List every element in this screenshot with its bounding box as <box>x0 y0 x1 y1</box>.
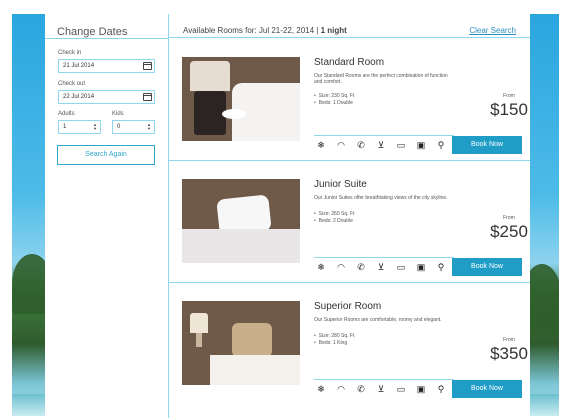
room-size: Size: 260 Sq. Ft <box>314 211 355 218</box>
amenities-row: ❄ ◠ ✆ ⊻ ▭ ▣ ⚲ <box>314 260 448 274</box>
kids-value: 0 <box>117 124 121 130</box>
room-price: $250 <box>490 222 528 241</box>
snowflake-icon: ❄ <box>317 139 325 150</box>
checkout-label: Check out <box>58 81 86 87</box>
booking-panel: Change Dates Check in 21 Jul 2014 Check … <box>45 14 530 418</box>
safe-icon: ▣ <box>416 383 426 394</box>
nights-count: 1 night <box>320 26 347 35</box>
amenities-row: ❄ ◠ ✆ ⊻ ▭ ▣ ⚲ <box>314 382 448 396</box>
adults-label: Adults <box>58 111 75 117</box>
drink-icon: ⊻ <box>377 139 385 150</box>
dining-icon: ⚲ <box>437 383 445 394</box>
wifi-icon: ◠ <box>337 383 345 394</box>
room-photo <box>182 57 300 141</box>
safe-icon: ▣ <box>416 261 426 272</box>
phone-icon: ✆ <box>357 383 365 394</box>
room-size: Size: 280 Sq. Ft <box>314 333 355 340</box>
room-card: Junior Suite Our Junior Suites offer bre… <box>169 161 530 283</box>
calendar-icon[interactable] <box>143 62 152 70</box>
room-price: $150 <box>490 100 528 119</box>
calendar-icon[interactable] <box>143 93 152 101</box>
stepper-arrows-icon[interactable]: ▲ ▼ <box>147 123 151 131</box>
checkin-label: Check in <box>58 50 82 56</box>
clear-search-link[interactable]: Clear Search <box>469 26 516 35</box>
kids-label: Kids <box>112 111 124 117</box>
available-dates: Available Rooms for: Jul 21-22, 2014 | <box>183 26 321 35</box>
amenities-row: ❄ ◠ ✆ ⊻ ▭ ▣ ⚲ <box>314 138 448 152</box>
room-name: Standard Room <box>314 57 385 68</box>
snowflake-icon: ❄ <box>317 261 325 272</box>
wifi-icon: ◠ <box>337 139 345 150</box>
results-header: Available Rooms for: Jul 21-22, 2014 | 1… <box>169 14 530 38</box>
room-beds: Beds: 2 Double <box>314 218 354 225</box>
checkin-field[interactable]: 21 Jul 2014 <box>58 59 155 73</box>
room-facts: Size: 280 Sq. Ft Beds: 1 King <box>314 333 355 347</box>
room-facts: Size: 230 Sq. Ft Beds: 1 Double <box>314 93 355 107</box>
drink-icon: ⊻ <box>377 261 385 272</box>
room-facts: Size: 260 Sq. Ft Beds: 2 Double <box>314 211 355 225</box>
room-description: Our Superior Rooms are comfortable, room… <box>314 317 442 323</box>
room-beds: Beds: 1 King <box>314 340 354 347</box>
room-photo <box>182 301 300 385</box>
book-now-button[interactable]: Book Now <box>452 136 522 154</box>
from-label: From <box>503 93 515 99</box>
book-now-button[interactable]: Book Now <box>452 258 522 276</box>
dining-icon: ⚲ <box>437 261 445 272</box>
amenities-divider <box>314 257 454 258</box>
room-card: Standard Room Our Standard Rooms are the… <box>169 39 530 161</box>
from-label: From <box>503 215 515 221</box>
room-description: Our Junior Suites offer breathtaking vie… <box>314 195 448 201</box>
phone-icon: ✆ <box>357 261 365 272</box>
sidebar-title: Change Dates <box>57 26 128 38</box>
room-beds: Beds: 1 Double <box>314 100 354 107</box>
stepper-arrows-icon[interactable]: ▲ ▼ <box>93 123 97 131</box>
checkout-field[interactable]: 22 Jul 2014 <box>58 90 155 104</box>
kids-stepper[interactable]: 0 ▲ ▼ <box>112 120 155 134</box>
drink-icon: ⊻ <box>377 383 385 394</box>
room-photo <box>182 179 300 263</box>
safe-icon: ▣ <box>416 139 426 150</box>
book-now-button[interactable]: Book Now <box>452 380 522 398</box>
from-label: From <box>503 337 515 343</box>
amenities-divider <box>314 379 454 380</box>
phone-icon: ✆ <box>357 139 365 150</box>
sidebar-divider <box>45 38 169 39</box>
adults-stepper[interactable]: 1 ▲ ▼ <box>58 120 101 134</box>
room-size: Size: 230 Sq. Ft <box>314 93 355 100</box>
change-dates-sidebar: Change Dates Check in 21 Jul 2014 Check … <box>45 14 169 418</box>
room-name: Superior Room <box>314 301 382 312</box>
wifi-icon: ◠ <box>337 261 345 272</box>
available-rooms-text: Available Rooms for: Jul 21-22, 2014 | 1… <box>183 26 347 35</box>
room-price: $350 <box>490 344 528 363</box>
amenities-divider <box>314 135 454 136</box>
checkout-value: 22 Jul 2014 <box>63 94 95 100</box>
dining-icon: ⚲ <box>437 139 445 150</box>
tv-icon: ▭ <box>396 383 406 394</box>
snowflake-icon: ❄ <box>317 383 325 394</box>
tv-icon: ▭ <box>396 139 406 150</box>
room-description: Our Standard Rooms are the perfect combi… <box>314 73 448 85</box>
search-again-button[interactable]: Search Again <box>57 145 155 165</box>
adults-value: 1 <box>63 124 67 130</box>
room-card: Superior Room Our Superior Rooms are com… <box>169 283 530 405</box>
tv-icon: ▭ <box>396 261 406 272</box>
checkin-value: 21 Jul 2014 <box>63 63 95 69</box>
room-name: Junior Suite <box>314 179 367 190</box>
